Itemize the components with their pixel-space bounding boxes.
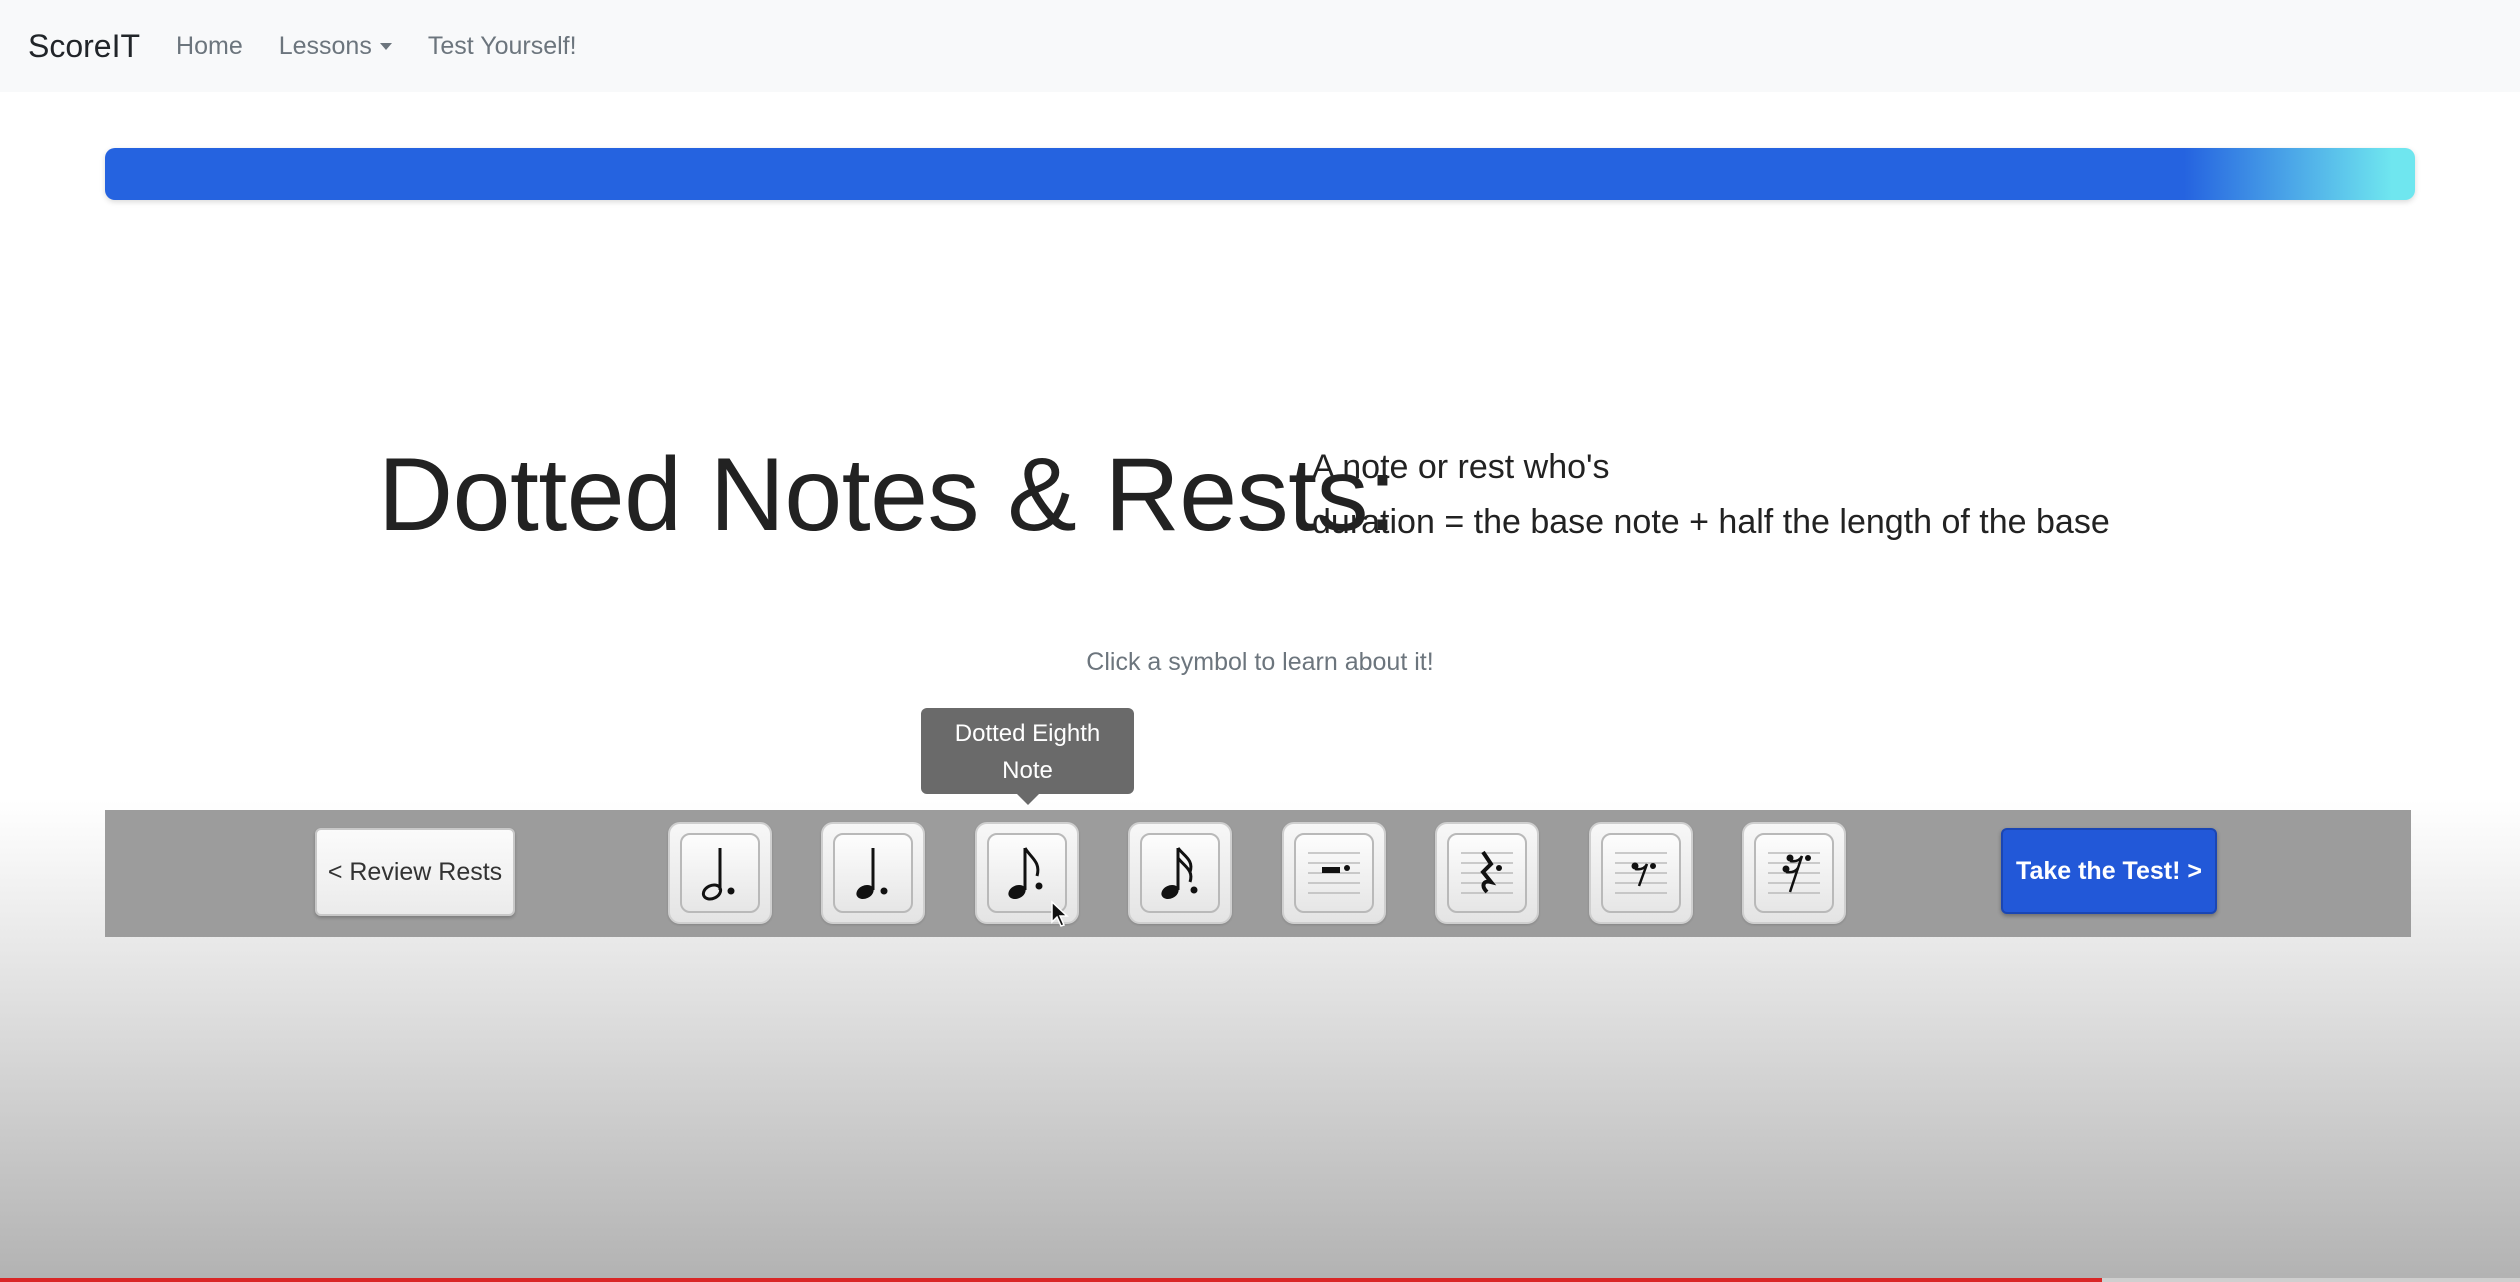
progress-fill: [105, 148, 2415, 200]
nav-lessons-label: Lessons: [278, 31, 372, 60]
mouse-cursor-icon: [1051, 900, 1069, 927]
video-progress-played: [0, 1278, 2102, 1282]
symbol-button-dotted-quarter-note[interactable]: [821, 822, 925, 924]
video-progress-remaining: [2102, 1278, 2520, 1282]
symbol-button-dotted-eighth-rest[interactable]: [1589, 822, 1693, 924]
symbol-button-dotted-quarter-rest[interactable]: [1435, 822, 1539, 924]
dotted-quarter-note-icon: [856, 848, 888, 900]
chevron-down-icon: [379, 42, 392, 50]
definition-line-2: duration = the base note + half the leng…: [1312, 503, 2110, 541]
symbol-button-dotted-sixteenth-note[interactable]: [1128, 822, 1232, 924]
dotted-sixteenth-note-icon: [1161, 847, 1198, 900]
nav-lessons-dropdown[interactable]: Lessons: [279, 32, 392, 61]
symbol-button-dotted-sixteenth-rest[interactable]: [1742, 822, 1846, 924]
instruction-hint: Click a symbol to learn about it!: [1086, 648, 1434, 676]
nav-test-yourself-link[interactable]: Test Yourself!: [428, 32, 577, 61]
symbol-button-dotted-half-rest[interactable]: [1282, 822, 1386, 924]
dotted-eighth-rest-icon: [1615, 852, 1667, 894]
dotted-sixteenth-rest-icon: [1768, 852, 1820, 894]
dotted-quarter-rest-icon: [1461, 850, 1513, 894]
dotted-half-note-icon: [701, 848, 735, 901]
brand-logo[interactable]: ScoreIT: [28, 28, 140, 65]
symbol-tooltip: Dotted Eighth Note: [921, 708, 1134, 805]
tooltip-line-1: Dotted Eighth: [954, 720, 1101, 747]
lesson-progress-bar: [105, 148, 2415, 200]
lesson-title: Dotted Notes & Rests:: [378, 437, 1397, 553]
definition-line-1: A note or rest who's: [1312, 448, 1610, 486]
review-rests-button[interactable]: < Review Rests: [315, 828, 515, 916]
take-test-button[interactable]: Take the Test! >: [2001, 828, 2217, 914]
symbol-toolbar: < Review Rests Take the Test! >: [105, 810, 2411, 937]
lesson-definition: A note or rest who's duration = the base…: [1312, 440, 2110, 550]
dotted-half-rest-icon: [1308, 852, 1360, 894]
symbol-button-dotted-half-note[interactable]: [668, 822, 772, 924]
dotted-eighth-note-icon: [1008, 847, 1043, 900]
nav-home-link[interactable]: Home: [176, 32, 243, 61]
tooltip-line-2: Note: [1002, 757, 1053, 784]
navbar: ScoreIT Home Lessons Test Yourself!: [0, 0, 2520, 92]
